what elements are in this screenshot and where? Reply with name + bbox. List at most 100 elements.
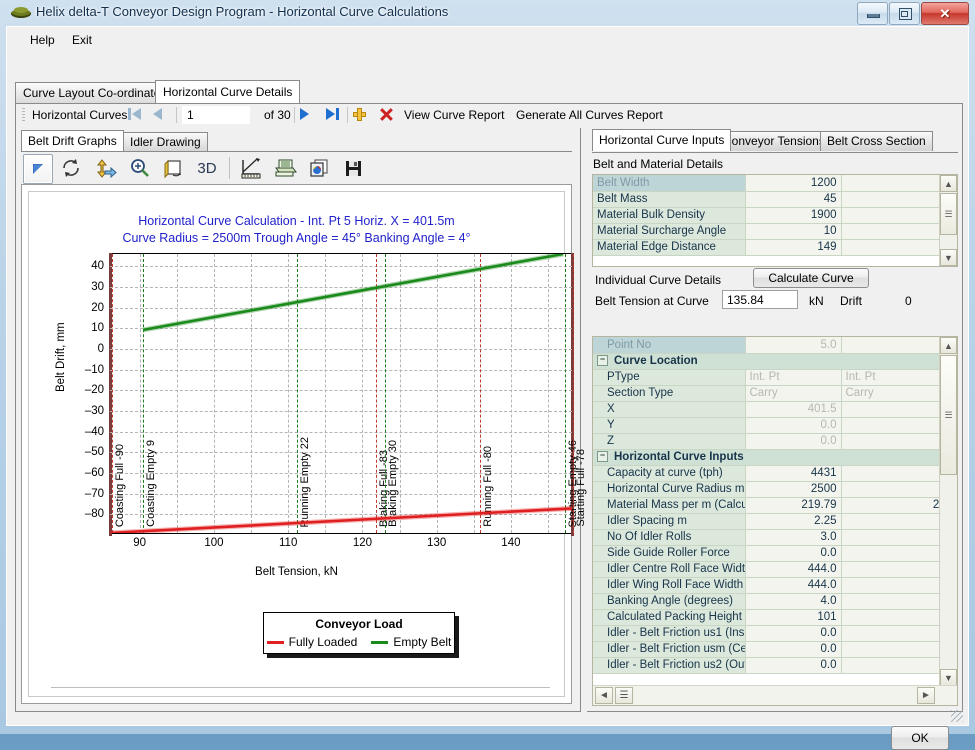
calculate-curve-button[interactable]: Calculate Curve (753, 268, 869, 288)
row-value[interactable]: 0.0 (745, 417, 842, 434)
row-value[interactable]: 2.25 (745, 513, 842, 530)
next-record-icon[interactable] (300, 108, 309, 120)
generate-all-curves-report-button[interactable]: Generate All Curves Report (516, 108, 663, 122)
row-value[interactable]: 444.0 (745, 561, 842, 578)
table-row[interactable]: No Of Idler Rolls 3.0 (593, 529, 957, 546)
row-value[interactable]: 5.0 (745, 337, 842, 354)
tab-belt-drift-graphs[interactable]: Belt Drift Graphs (21, 130, 124, 151)
scroll-thumb[interactable]: ☰ (940, 193, 957, 235)
save-icon[interactable] (339, 154, 367, 182)
menu-help[interactable]: Help (25, 32, 60, 48)
tab-conveyor-tensions[interactable]: Conveyor Tensions (716, 131, 832, 151)
row-value[interactable]: 444.0 (745, 577, 842, 594)
table-row[interactable]: Point No 5.0 (593, 337, 957, 354)
copy-image-icon[interactable] (305, 154, 333, 182)
collapse-toggle-icon[interactable]: − (597, 355, 608, 367)
table-row[interactable]: Belt Width 1200 (593, 175, 957, 192)
scroll-up-button[interactable]: ▲ (940, 175, 957, 192)
pan-move-icon[interactable] (91, 154, 119, 182)
table-row[interactable]: Material Surcharge Angle 10 (593, 223, 957, 240)
table-row[interactable]: Side Guide Roller Force 0.0 (593, 545, 957, 562)
scroll-down-button[interactable]: ▼ (940, 249, 957, 266)
menu-exit[interactable]: Exit (67, 32, 97, 48)
row-value[interactable]: Carry (745, 385, 842, 402)
tab-idler-drawing[interactable]: Idler Drawing (123, 132, 208, 151)
table-row[interactable]: Material Mass per m (Calculа219.79219 (593, 497, 957, 514)
scroll-up-button[interactable]: ▲ (940, 337, 957, 354)
table-row[interactable]: Idler Wing Roll Face Width444.044 (593, 577, 957, 594)
row-value[interactable]: 45 (745, 191, 842, 208)
record-number-input[interactable]: 1 (182, 106, 250, 124)
previous-record-icon[interactable] (153, 108, 162, 120)
row-value[interactable]: 219.79 (745, 497, 842, 514)
measure-ruler-icon[interactable] (237, 154, 265, 182)
table-row[interactable]: Calculated Packing Height m 101 (593, 609, 957, 626)
row-value[interactable]: 4.0 (745, 593, 842, 610)
row-value[interactable]: 4431 (745, 465, 842, 482)
print-icon[interactable] (271, 154, 299, 182)
row-value[interactable]: 0.0 (745, 433, 842, 450)
collapse-toggle-icon[interactable]: − (597, 451, 608, 463)
tab-belt-cross-section[interactable]: Belt Cross Section (820, 131, 933, 151)
table-row[interactable]: Material Edge Distance 149 (593, 239, 957, 256)
tab-horizontal-curve-inputs[interactable]: Horizontal Curve Inputs (592, 129, 732, 151)
group-header-row[interactable]: − Curve Location (593, 353, 957, 370)
table-row[interactable]: − Curve Location (593, 353, 957, 370)
belt-tension-input[interactable]: 135.84 (722, 290, 798, 309)
table-row[interactable]: Material Bulk Density 1900 (593, 207, 957, 224)
table-row[interactable]: Banking Angle (degrees) 4.0 (593, 593, 957, 610)
zoom-in-icon[interactable] (125, 154, 153, 182)
last-record-icon[interactable] (326, 108, 339, 120)
resize-grip[interactable] (951, 710, 963, 722)
row-value[interactable]: Int. Pt (745, 369, 842, 386)
row-value[interactable]: 0.0 (745, 657, 842, 674)
table-row[interactable]: Idler - Belt Friction us2 (Out 0.0 (593, 657, 957, 674)
row-value[interactable]: 0.0 (745, 625, 842, 642)
table-row[interactable]: Belt Mass 45 (593, 191, 957, 208)
first-record-icon[interactable] (128, 108, 141, 120)
scroll-left-button[interactable]: ◄ (595, 687, 613, 704)
page-turn-icon[interactable] (159, 154, 187, 182)
row-value[interactable]: 0.0 (745, 545, 842, 562)
table-row[interactable]: Z 0.0 (593, 433, 957, 450)
row-value[interactable]: 0.0 (745, 641, 842, 658)
scroll-thumb-upper[interactable]: ☰ (940, 355, 957, 475)
table-row[interactable]: Idler - Belt Friction us1 (Insi 0.0 (593, 625, 957, 642)
curve-inputs-vertical-scrollbar[interactable]: ▲ ☰ ▼ (939, 337, 957, 686)
table-row[interactable]: Horizontal Curve Radius m25002 (593, 481, 957, 498)
toolbar-grip[interactable] (22, 108, 25, 123)
maximize-button[interactable] (889, 2, 920, 25)
scroll-right-button[interactable]: ► (917, 687, 935, 704)
row-value[interactable]: 1200 (745, 175, 842, 192)
table-row[interactable]: Y 0.0 (593, 417, 957, 434)
minimize-button[interactable] (857, 2, 888, 25)
table-row[interactable]: X401.547 (593, 401, 957, 418)
curve-inputs-horizontal-scrollbar[interactable]: ◄ ☰ ► (593, 685, 957, 705)
table-row[interactable]: Idler Spacing m2.252 (593, 513, 957, 530)
row-value[interactable]: 149 (745, 239, 842, 256)
row-value[interactable]: 1900 (745, 207, 842, 224)
table-row[interactable]: Capacity at curve (tph)44314 (593, 465, 957, 482)
close-button[interactable]: ✕ (921, 2, 969, 25)
three-d-icon[interactable]: 3D (193, 154, 221, 182)
group-header-row[interactable]: − Horizontal Curve Inputs (593, 449, 957, 466)
delete-record-icon[interactable] (379, 107, 394, 122)
table-row[interactable]: − Horizontal Curve Inputs (593, 449, 957, 466)
table-row[interactable]: Idler - Belt Friction usm (Ce 0.0 (593, 641, 957, 658)
view-curve-report-button[interactable]: View Curve Report (404, 108, 505, 122)
scroll-down-button[interactable]: ▼ (940, 669, 957, 686)
horizontal-scroll-thumb[interactable]: ☰ (615, 687, 633, 704)
row-value[interactable]: 101 (745, 609, 842, 626)
row-value[interactable]: 401.5 (745, 401, 842, 418)
belt-material-scrollbar[interactable]: ▲ ☰ ▼ (939, 175, 957, 266)
table-row[interactable]: Section Type Carry Carry (593, 385, 957, 402)
table-row[interactable]: Idler Centre Roll Face Width444.044 (593, 561, 957, 578)
tab-horizontal-curve-details[interactable]: Horizontal Curve Details (155, 80, 301, 103)
row-value[interactable]: 10 (745, 223, 842, 240)
row-value[interactable]: 3.0 (745, 529, 842, 546)
rotate-icon[interactable] (57, 154, 85, 182)
row-value[interactable]: 2500 (745, 481, 842, 498)
table-row[interactable]: PType Int. Pt Int. Pt (593, 369, 957, 386)
ok-button[interactable]: OK (891, 726, 949, 750)
pointer-arrow-icon[interactable] (23, 154, 53, 184)
